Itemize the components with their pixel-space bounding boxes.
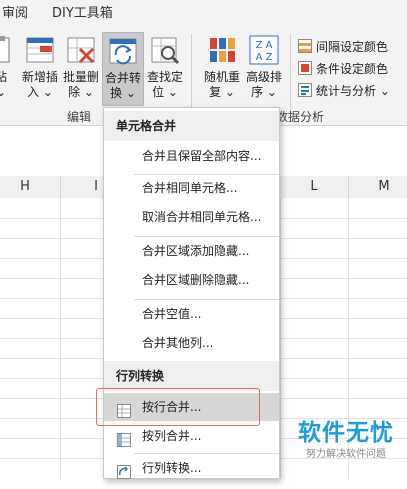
menu-item-merge-add-hidden[interactable]: 合并区域添加隐藏... bbox=[104, 237, 279, 265]
interval-color-icon bbox=[298, 39, 312, 53]
find-locate-button[interactable]: 查找定 位 ⌄ bbox=[145, 32, 185, 106]
paste-button[interactable]: 粘 ⌄ bbox=[0, 32, 16, 106]
menu-item-merge-empty[interactable]: 合并空值... bbox=[104, 300, 279, 328]
sort-za-az-icon: Z AA Z bbox=[248, 34, 280, 66]
random-repeat-button[interactable]: 随机重 复 ⌄ bbox=[202, 32, 242, 106]
menu-item-merge-by-column[interactable]: 按列合并... bbox=[104, 422, 279, 450]
batch-delete-button[interactable]: 批量删 除 ⌄ bbox=[61, 32, 101, 106]
group-label-data-analysis: 数据分析 bbox=[276, 110, 325, 124]
merge-convert-button[interactable]: 合并转 换 ⌄ bbox=[102, 32, 144, 106]
section-header-cell-merge: 单元格合并 bbox=[104, 111, 279, 141]
insert-rows-icon bbox=[24, 34, 56, 66]
delete-cells-icon bbox=[65, 34, 97, 66]
statistics-icon bbox=[298, 83, 312, 97]
group-label-edit: 编辑 bbox=[67, 110, 92, 124]
svg-text:Z A: Z A bbox=[256, 40, 273, 51]
random-repeat-icon bbox=[206, 34, 238, 66]
insert-button[interactable]: 新增插 入 ⌄ bbox=[20, 32, 60, 106]
column-header-l[interactable]: L bbox=[280, 176, 349, 198]
statistics-analysis-command[interactable]: 统计与分析 ⌄ bbox=[298, 80, 390, 100]
tab-diy-toolbox[interactable]: DIY工具箱 bbox=[40, 0, 125, 28]
transpose-icon bbox=[117, 461, 131, 479]
paste-icon bbox=[0, 34, 17, 66]
tab-review[interactable]: 审阅 bbox=[0, 0, 40, 28]
menu-bar: 审阅 DIY工具箱 bbox=[0, 0, 407, 28]
watermark-title: 软件无忧 bbox=[298, 420, 394, 446]
column-table-icon bbox=[117, 429, 131, 447]
find-icon bbox=[149, 34, 181, 66]
menu-item-merge-other-columns[interactable]: 合并其他列... bbox=[104, 329, 279, 357]
menu-item-row-col-convert[interactable]: 行列转换... bbox=[104, 454, 279, 482]
section-header-row-col-convert: 行列转换 bbox=[104, 361, 279, 391]
condition-color-icon bbox=[298, 61, 312, 75]
menu-item-merge-remove-hidden[interactable]: 合并区域删除隐藏... bbox=[104, 266, 279, 294]
watermark: 软件无忧 努力解决软件问题 bbox=[287, 418, 405, 462]
column-header-m[interactable]: M bbox=[348, 176, 407, 198]
watermark-subtitle: 努力解决软件问题 bbox=[306, 449, 386, 460]
merge-convert-icon bbox=[107, 35, 139, 67]
menu-item-merge-same-cells[interactable]: 合并相同单元格... bbox=[104, 174, 279, 202]
column-header-h[interactable]: H bbox=[0, 176, 61, 198]
menu-item-merge-keep-all[interactable]: 合并且保留全部内容... bbox=[104, 142, 279, 170]
interval-color-command[interactable]: 间隔设定颜色 bbox=[298, 36, 388, 56]
menu-item-unmerge-same-cells[interactable]: 取消合并相同单元格... bbox=[104, 203, 279, 231]
highlight-annotation bbox=[96, 388, 260, 426]
advanced-sort-button[interactable]: Z AA Z 高级排 序 ⌄ bbox=[244, 32, 284, 106]
svg-text:A Z: A Z bbox=[256, 52, 273, 63]
condition-color-command[interactable]: 条件设定颜色 bbox=[298, 58, 388, 78]
